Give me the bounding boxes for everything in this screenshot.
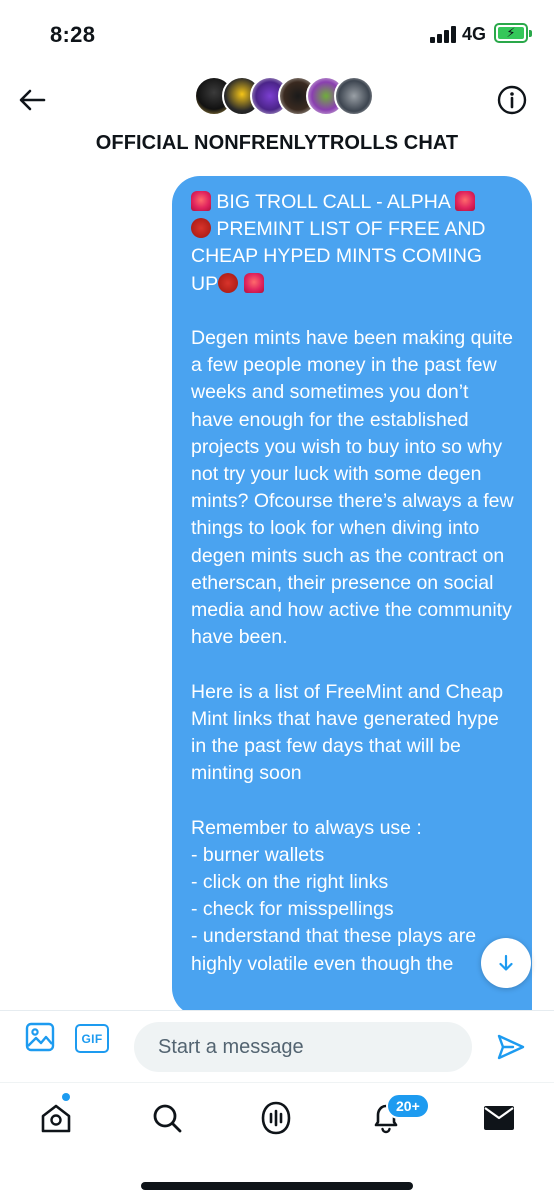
add-media-button[interactable] — [24, 1021, 56, 1053]
group-avatars[interactable] — [194, 76, 374, 120]
home-icon — [41, 1104, 71, 1133]
arrow-down-icon — [499, 954, 513, 971]
home-unread-dot — [62, 1093, 70, 1101]
message-paragraph: Degen mints have been making quite a few… — [191, 327, 520, 649]
home-indicator — [141, 1182, 413, 1190]
tab-spaces[interactable] — [254, 1096, 298, 1140]
status-bar: 8:28 4G ⚡ — [0, 0, 554, 70]
rotating-light-icon — [455, 191, 476, 211]
avatar — [334, 76, 374, 116]
message-headline: BIG TROLL CALL - ALPHA PREMINT LIST OF F… — [191, 189, 514, 298]
rotating-light-icon — [243, 272, 264, 293]
battery-charging-icon: ⚡ — [494, 23, 528, 43]
image-icon — [25, 1022, 55, 1052]
japanese-ogre-icon — [191, 218, 211, 239]
spaces-icon — [261, 1101, 291, 1135]
send-button[interactable] — [494, 1030, 528, 1064]
notifications-badge: 20+ — [386, 1093, 430, 1119]
tab-search[interactable] — [145, 1096, 189, 1140]
message-input[interactable] — [134, 1022, 472, 1072]
headline-part-1: BIG TROLL CALL - ALPHA — [216, 191, 456, 213]
message-paragraph: Remember to always use : - burner wallet… — [191, 816, 477, 975]
tabbar-divider — [0, 1082, 554, 1083]
arrow-left-icon — [19, 89, 46, 111]
mail-icon — [484, 1106, 514, 1130]
status-time: 8:28 — [50, 22, 96, 47]
message-bubble[interactable]: BIG TROLL CALL - ALPHA PREMINT LIST OF F… — [172, 176, 532, 1016]
rotating-light-icon — [191, 191, 211, 211]
scroll-to-bottom-button[interactable] — [481, 938, 531, 988]
send-icon — [497, 1034, 525, 1060]
info-button[interactable] — [494, 82, 530, 118]
network-type: 4G — [462, 24, 487, 44]
tab-home[interactable] — [34, 1096, 78, 1140]
japanese-ogre-icon — [218, 272, 239, 293]
battery-cap — [529, 30, 532, 37]
chat-title[interactable]: OFFICIAL NONFRENLYTROLLS CHAT — [0, 132, 554, 155]
message-paragraph: Here is a list of FreeMint and Cheap Min… — [191, 680, 509, 785]
back-button[interactable] — [12, 80, 52, 120]
tab-messages[interactable] — [477, 1096, 521, 1140]
gif-button[interactable]: GIF — [75, 1024, 109, 1053]
info-icon — [497, 85, 527, 115]
cellular-signal-icon — [430, 26, 456, 43]
search-icon — [153, 1104, 182, 1133]
